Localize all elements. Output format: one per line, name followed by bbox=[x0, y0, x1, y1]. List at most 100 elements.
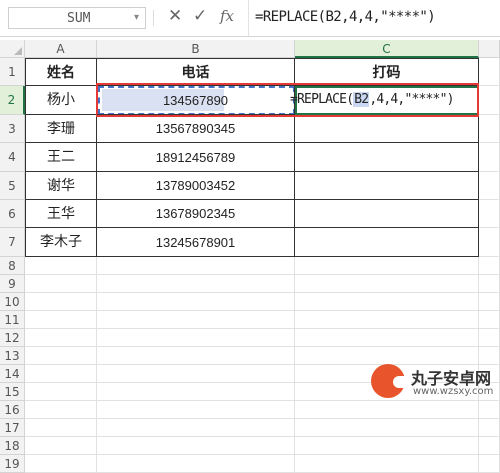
mask-cell[interactable] bbox=[295, 143, 479, 172]
empty-cell[interactable] bbox=[295, 311, 479, 329]
row-header-6[interactable]: 6 bbox=[0, 200, 25, 228]
empty-cell[interactable] bbox=[295, 275, 479, 293]
empty-cell[interactable] bbox=[97, 455, 295, 473]
row-header-11[interactable]: 11 bbox=[0, 311, 25, 329]
empty-cell[interactable] bbox=[25, 347, 97, 365]
empty-cell[interactable] bbox=[97, 347, 295, 365]
empty-cell[interactable] bbox=[295, 329, 479, 347]
row-header-5[interactable]: 5 bbox=[0, 172, 25, 200]
name-box[interactable]: SUM ▾ bbox=[8, 7, 146, 29]
row-header-4[interactable]: 4 bbox=[0, 143, 25, 172]
watermark-logo-face bbox=[393, 376, 411, 388]
row-header-7[interactable]: 7 bbox=[0, 228, 25, 257]
phone-cell[interactable]: 13789003452 bbox=[97, 172, 295, 200]
name-cell[interactable]: 李木子 bbox=[25, 228, 97, 257]
empty-cell[interactable] bbox=[479, 275, 500, 293]
empty-cell[interactable] bbox=[97, 311, 295, 329]
empty-cell[interactable] bbox=[295, 437, 479, 455]
empty-cell[interactable] bbox=[479, 200, 500, 228]
row-header-12[interactable]: 12 bbox=[0, 329, 25, 347]
formula-bar-separator bbox=[153, 10, 154, 26]
row-header-13[interactable]: 13 bbox=[0, 347, 25, 365]
empty-cell[interactable] bbox=[97, 257, 295, 275]
phone-cell[interactable]: 13567890345 bbox=[97, 115, 295, 143]
row-header-2[interactable]: 2 bbox=[0, 86, 25, 115]
chevron-down-icon[interactable]: ▾ bbox=[134, 12, 139, 23]
row-header-15[interactable]: 15 bbox=[0, 383, 25, 401]
row-header-17[interactable]: 17 bbox=[0, 419, 25, 437]
empty-cell[interactable] bbox=[25, 455, 97, 473]
empty-cell[interactable] bbox=[479, 419, 500, 437]
column-header-c[interactable]: C bbox=[295, 40, 479, 58]
insert-function-icon[interactable]: fx bbox=[220, 7, 234, 25]
empty-cell[interactable] bbox=[97, 293, 295, 311]
phone-cell[interactable]: 13245678901 bbox=[97, 228, 295, 257]
site-watermark: 丸子安卓网 www.wzsxy.com bbox=[357, 362, 500, 402]
header-cell-name[interactable]: 姓名 bbox=[25, 58, 97, 86]
empty-cell[interactable] bbox=[479, 437, 500, 455]
phone-cell[interactable]: 134567890 bbox=[97, 86, 295, 115]
empty-cell[interactable] bbox=[295, 257, 479, 275]
empty-cell[interactable] bbox=[97, 365, 295, 383]
column-header-b[interactable]: B bbox=[97, 40, 295, 58]
column-header-a[interactable]: A bbox=[25, 40, 97, 58]
row-header-18[interactable]: 18 bbox=[0, 437, 25, 455]
empty-cell[interactable] bbox=[295, 293, 479, 311]
header-cell-mask[interactable]: 打码 bbox=[295, 58, 479, 86]
empty-cell[interactable] bbox=[25, 383, 97, 401]
mask-cell[interactable] bbox=[295, 200, 479, 228]
name-cell[interactable]: 杨小 bbox=[25, 86, 97, 115]
cancel-icon[interactable]: ✕ bbox=[168, 6, 182, 26]
empty-cell[interactable] bbox=[479, 329, 500, 347]
name-cell[interactable]: 谢华 bbox=[25, 172, 97, 200]
row-header-10[interactable]: 10 bbox=[0, 293, 25, 311]
row-header-8[interactable]: 8 bbox=[0, 257, 25, 275]
empty-cell[interactable] bbox=[479, 293, 500, 311]
empty-cell[interactable] bbox=[97, 275, 295, 293]
empty-cell[interactable] bbox=[25, 365, 97, 383]
empty-cell[interactable] bbox=[295, 419, 479, 437]
select-all-corner[interactable] bbox=[0, 40, 25, 58]
empty-cell[interactable] bbox=[479, 311, 500, 329]
header-cell-phone[interactable]: 电话 bbox=[97, 58, 295, 86]
empty-cell[interactable] bbox=[295, 455, 479, 473]
empty-cell[interactable] bbox=[479, 228, 500, 257]
row-header-3[interactable]: 3 bbox=[0, 115, 25, 143]
empty-cell[interactable] bbox=[479, 455, 500, 473]
empty-cell[interactable] bbox=[479, 172, 500, 200]
confirm-icon[interactable]: ✓ bbox=[193, 6, 207, 26]
empty-cell[interactable] bbox=[25, 329, 97, 347]
mask-cell[interactable] bbox=[295, 115, 479, 143]
column-header-d[interactable] bbox=[479, 40, 500, 58]
row-header-1[interactable]: 1 bbox=[0, 58, 25, 86]
empty-cell[interactable] bbox=[479, 58, 500, 86]
mask-cell[interactable] bbox=[295, 228, 479, 257]
name-cell[interactable]: 王二 bbox=[25, 143, 97, 172]
empty-cell[interactable] bbox=[479, 115, 500, 143]
empty-cell[interactable] bbox=[97, 419, 295, 437]
select-all-triangle-icon bbox=[14, 47, 22, 55]
empty-cell[interactable] bbox=[479, 143, 500, 172]
row-header-19[interactable]: 19 bbox=[0, 455, 25, 473]
formula-prefix: =REPLACE( bbox=[290, 92, 354, 107]
empty-cell[interactable] bbox=[25, 275, 97, 293]
formula-input[interactable]: =REPLACE(B2,4,4,"****") bbox=[248, 0, 500, 36]
empty-cell[interactable] bbox=[25, 257, 97, 275]
row-header-9[interactable]: 9 bbox=[0, 275, 25, 293]
empty-cell[interactable] bbox=[479, 86, 500, 115]
empty-cell[interactable] bbox=[25, 311, 97, 329]
empty-cell[interactable] bbox=[97, 329, 295, 347]
phone-cell[interactable]: 13678902345 bbox=[97, 200, 295, 228]
empty-cell[interactable] bbox=[25, 419, 97, 437]
empty-cell[interactable] bbox=[479, 257, 500, 275]
name-cell[interactable]: 王华 bbox=[25, 200, 97, 228]
empty-cell[interactable] bbox=[25, 293, 97, 311]
phone-cell[interactable]: 18912456789 bbox=[97, 143, 295, 172]
row-header-14[interactable]: 14 bbox=[0, 365, 25, 383]
name-box-value: SUM bbox=[67, 11, 91, 26]
mask-cell[interactable] bbox=[295, 172, 479, 200]
empty-cell[interactable] bbox=[97, 383, 295, 401]
empty-cell[interactable] bbox=[97, 437, 295, 455]
name-cell[interactable]: 李珊 bbox=[25, 115, 97, 143]
empty-cell[interactable] bbox=[25, 437, 97, 455]
